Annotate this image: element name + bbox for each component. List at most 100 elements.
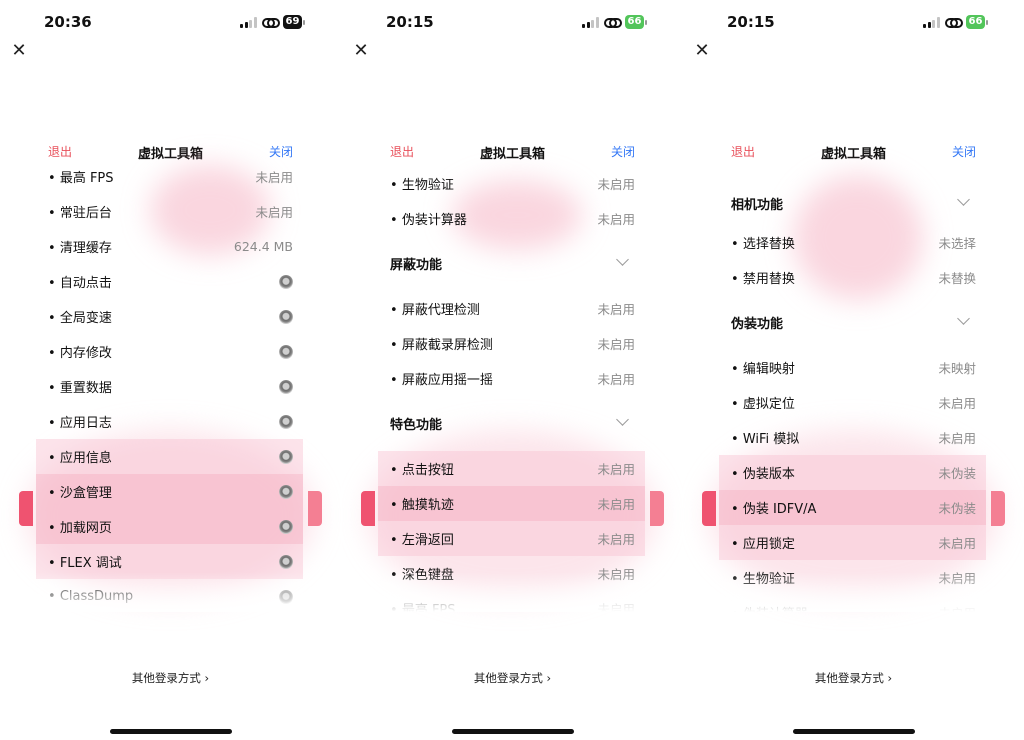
- section-header[interactable]: 特色功能: [378, 396, 645, 451]
- list-item[interactable]: 重置数据: [36, 369, 303, 404]
- list-item[interactable]: 编辑映射 未映射: [719, 350, 986, 385]
- close-button[interactable]: 关闭: [269, 143, 293, 160]
- list-item[interactable]: 屏蔽应用摇一摇 未启用: [378, 361, 645, 396]
- item-label: 最高 FPS: [390, 599, 456, 612]
- toggle-off-icon[interactable]: [279, 519, 293, 534]
- item-label: 屏蔽代理检测: [390, 299, 480, 318]
- chevron-down-icon[interactable]: [615, 417, 629, 431]
- close-button[interactable]: 关闭: [952, 143, 976, 160]
- toggle-off-icon[interactable]: [279, 484, 293, 499]
- list-item[interactable]: 清理缓存 624.4 MB: [36, 229, 303, 264]
- list-item[interactable]: 触摸轨迹 未启用: [378, 486, 645, 521]
- list-item[interactable]: 屏蔽代理检测 未启用: [378, 291, 645, 326]
- list-item[interactable]: 自动点击: [36, 264, 303, 299]
- list-item[interactable]: 禁用替换 未替换: [719, 260, 986, 295]
- list-item[interactable]: 生物验证 未启用: [719, 560, 986, 595]
- side-tab-left[interactable]: [702, 491, 716, 526]
- list-item[interactable]: 点击按钮 未启用: [378, 451, 645, 486]
- toggle-off-icon[interactable]: [279, 309, 293, 324]
- item-value: 未启用: [597, 302, 635, 317]
- list-item[interactable]: 屏蔽截录屏检测 未启用: [378, 326, 645, 361]
- toggle-off-icon[interactable]: [279, 344, 293, 359]
- side-tab-left[interactable]: [19, 491, 33, 526]
- toolbox-list: 生物验证未启用 伪装计算器未启用 屏蔽功能 屏蔽代理检测未启用 屏蔽截录屏检测未…: [378, 160, 645, 612]
- list-item[interactable]: WiFi 模拟 未启用: [719, 420, 986, 455]
- item-label: 禁用替换: [731, 268, 795, 287]
- item-label: 伪装版本: [731, 463, 795, 482]
- list-item[interactable]: 伪装版本 未伪装: [719, 455, 986, 490]
- close-icon[interactable]: ✕: [10, 42, 28, 60]
- list-item[interactable]: 应用锁定 未启用: [719, 525, 986, 560]
- section-header[interactable]: 伪装功能: [719, 295, 986, 350]
- toggle-off-icon[interactable]: [279, 414, 293, 429]
- toggle-off-icon[interactable]: [279, 554, 293, 569]
- item-label: WiFi 模拟: [731, 428, 799, 447]
- chevron-down-icon[interactable]: [956, 197, 970, 211]
- chevron-down-icon[interactable]: [956, 316, 970, 330]
- item-label: 应用信息: [48, 447, 112, 466]
- item-label: 沙盒管理: [48, 482, 112, 501]
- item-label: 深色键盘: [390, 564, 454, 583]
- other-login-link[interactable]: 其他登录方式 ›: [683, 670, 1024, 686]
- item-label: FLEX 调试: [48, 552, 122, 571]
- chevron-down-icon[interactable]: [615, 257, 629, 271]
- item-label: 应用锁定: [731, 533, 795, 552]
- item-label: 内存修改: [48, 342, 112, 361]
- side-tab-right[interactable]: [650, 491, 664, 526]
- section-header[interactable]: 相机功能: [719, 182, 986, 225]
- toggle-off-icon[interactable]: [279, 589, 293, 604]
- list-item[interactable]: 左滑返回 未启用: [378, 521, 645, 556]
- other-login-link[interactable]: 其他登录方式 ›: [0, 670, 341, 686]
- item-value: 未映射: [938, 361, 976, 376]
- item-value: 未选择: [938, 236, 976, 251]
- close-button[interactable]: 关闭: [611, 143, 635, 160]
- other-login-link[interactable]: 其他登录方式 ›: [342, 670, 683, 686]
- battery-level: 69: [282, 15, 303, 29]
- side-tab-left[interactable]: [361, 491, 375, 526]
- toggle-off-icon[interactable]: [279, 379, 293, 394]
- toggle-off-icon[interactable]: [279, 274, 293, 289]
- list-item[interactable]: 生物验证 未启用: [378, 166, 645, 201]
- list-item[interactable]: 最高 FPS 未启用: [36, 160, 303, 194]
- toolbox-screen-3: 20:15 66 ✕ 退出 虚拟工具箱 关闭 相机功能 选择替换 未选择 禁用替换…: [683, 0, 1024, 740]
- item-label: ClassDump: [48, 589, 133, 604]
- toolbox-header: 退出 虚拟工具箱 关闭: [48, 143, 293, 162]
- section-title: 伪装功能: [731, 317, 784, 332]
- list-item[interactable]: FLEX 调试: [36, 544, 303, 579]
- battery-icon: 66: [965, 15, 989, 29]
- close-icon[interactable]: ✕: [693, 42, 711, 60]
- item-value: 未启用: [255, 170, 293, 185]
- list-item[interactable]: 加载网页: [36, 509, 303, 544]
- list-item[interactable]: 应用日志: [36, 404, 303, 439]
- list-item[interactable]: 伪装计算器 未启用: [719, 595, 986, 612]
- list-item[interactable]: 常驻后台 未启用: [36, 194, 303, 229]
- item-value: 未启用: [597, 567, 635, 582]
- list-item[interactable]: 应用信息: [36, 439, 303, 474]
- item-label: 编辑映射: [731, 358, 795, 377]
- list-item[interactable]: 深色键盘 未启用: [378, 556, 645, 591]
- list-item[interactable]: 最高 FPS 未启用: [378, 591, 645, 612]
- list-item[interactable]: 虚拟定位 未启用: [719, 385, 986, 420]
- item-value: 未启用: [938, 431, 976, 446]
- toolbox-screen-2: 20:15 66 ✕ 退出 虚拟工具箱 关闭 生物验证未启用 伪装计算器未启用 …: [342, 0, 683, 740]
- list-item[interactable]: 伪装计算器 未启用: [378, 201, 645, 236]
- list-item[interactable]: ClassDump: [36, 579, 303, 612]
- toggle-off-icon[interactable]: [279, 449, 293, 464]
- list-item[interactable]: 内存修改: [36, 334, 303, 369]
- status-icons: 66: [582, 15, 648, 29]
- item-label: 触摸轨迹: [390, 494, 454, 513]
- list-item[interactable]: 伪装 IDFV/A 未伪装: [719, 490, 986, 525]
- link-icon: [261, 17, 280, 28]
- section-header[interactable]: 屏蔽功能: [378, 236, 645, 291]
- signal-icon: [582, 16, 599, 28]
- list-item[interactable]: 沙盒管理: [36, 474, 303, 509]
- side-tab-right[interactable]: [991, 491, 1005, 526]
- side-tab-right[interactable]: [308, 491, 322, 526]
- battery-level: 66: [624, 15, 645, 29]
- item-label: 生物验证: [390, 174, 454, 193]
- item-value: 未替换: [938, 271, 976, 286]
- status-icons: 66: [923, 15, 989, 29]
- list-item[interactable]: 选择替换 未选择: [719, 225, 986, 260]
- list-item[interactable]: 全局变速: [36, 299, 303, 334]
- close-icon[interactable]: ✕: [352, 42, 370, 60]
